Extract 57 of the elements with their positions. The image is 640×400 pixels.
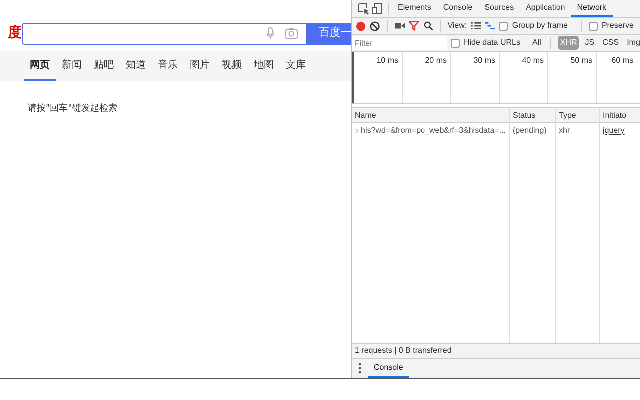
- column-header[interactable]: Name: [352, 108, 509, 123]
- column-header[interactable]: Status: [510, 108, 555, 123]
- column-header[interactable]: Type: [556, 108, 599, 123]
- timeline-tick: 30 ms: [451, 52, 500, 103]
- type-filter[interactable]: Img: [625, 36, 640, 50]
- checkbox-label: Group by frame: [512, 20, 568, 32]
- more-options-icon[interactable]: [358, 363, 362, 374]
- search-field[interactable]: [22, 22, 307, 44]
- table-cell: xhr: [559, 124, 570, 136]
- initiator-link[interactable]: jquery: [603, 124, 625, 136]
- filter-icon[interactable]: [409, 21, 420, 31]
- microphone-icon[interactable]: [266, 27, 275, 40]
- filter-field[interactable]: Filter: [352, 36, 447, 50]
- search-button[interactable]: 百度一: [307, 22, 351, 44]
- nav-tab[interactable]: 图片: [184, 51, 216, 81]
- type-filter[interactable]: CSS: [600, 36, 622, 50]
- timeline-tick: 40 ms: [500, 52, 548, 103]
- search-icon[interactable]: [424, 21, 433, 31]
- nav-tab[interactable]: 贴吧: [88, 51, 120, 81]
- timeline-tick: 20 ms: [402, 52, 451, 103]
- devtools-tab[interactable]: Sources: [478, 0, 520, 16]
- timeline-tick: 60 ms: [610, 55, 634, 67]
- checkbox[interactable]: [499, 22, 508, 30]
- clear-icon[interactable]: [370, 20, 380, 32]
- table-cell: (pending): [513, 124, 547, 136]
- checkbox[interactable]: [588, 22, 598, 30]
- hint-text: 请按"回车"键发起检索: [28, 103, 118, 116]
- logo-text: 度: [6, 24, 22, 43]
- table-cell: his?wd=&from=pc_web&rf=3&hisdata=...: [361, 124, 506, 136]
- nav-tab[interactable]: 视频: [216, 51, 248, 81]
- video-camera-icon[interactable]: [395, 22, 406, 30]
- view-label: View:: [448, 20, 468, 32]
- column-header[interactable]: Initiato: [600, 108, 640, 123]
- timeline-tick: 10 ms: [354, 52, 402, 103]
- camera-icon[interactable]: [285, 28, 298, 39]
- drawer-tab[interactable]: Console: [368, 359, 410, 378]
- nav-tab[interactable]: 新闻: [56, 51, 88, 81]
- checkbox-label: Hide data URLs: [464, 37, 520, 49]
- type-filter[interactable]: JS: [583, 36, 597, 50]
- nav-tab[interactable]: 文库: [280, 51, 312, 81]
- nav-tab[interactable]: 网页: [24, 51, 56, 81]
- list-view-icon[interactable]: [471, 22, 482, 30]
- nav-tab[interactable]: 地图: [248, 51, 280, 81]
- type-filter[interactable]: All: [530, 36, 544, 50]
- record-icon[interactable]: [356, 20, 366, 32]
- device-icon[interactable]: [371, 2, 385, 16]
- checkbox-label: Preserve: [602, 20, 634, 32]
- timeline-tick: 50 ms: [548, 52, 596, 103]
- devtools-tab[interactable]: Console: [437, 0, 479, 16]
- status-bar-text: 1 requests | 0 B transferred: [352, 343, 640, 359]
- waterfall-view-icon[interactable]: [485, 22, 496, 30]
- nav-tab[interactable]: 知道: [120, 51, 152, 81]
- devtools-tab[interactable]: Application: [520, 0, 572, 16]
- devtools-tab[interactable]: Elements: [392, 0, 438, 16]
- checkbox[interactable]: [451, 38, 460, 48]
- inspect-icon[interactable]: [357, 2, 371, 16]
- nav-tab[interactable]: 音乐: [152, 51, 184, 81]
